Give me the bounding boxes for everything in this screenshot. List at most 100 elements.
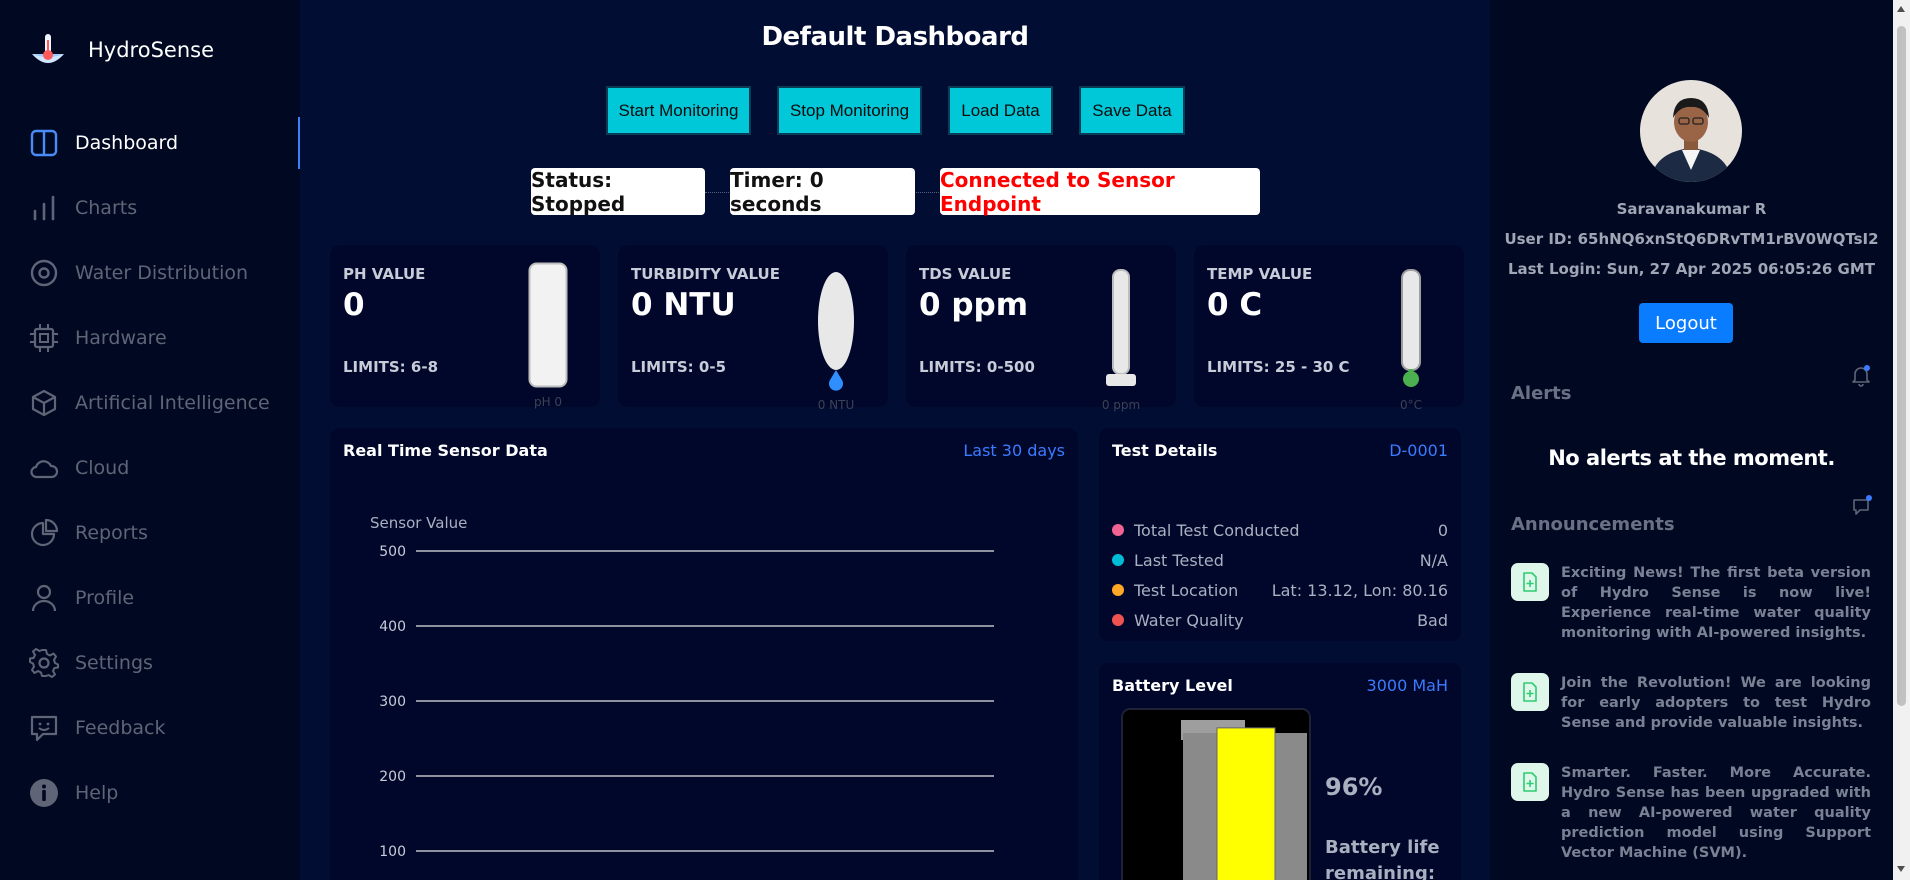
turbidity-limits: LIMITS: 0-5 bbox=[631, 358, 727, 376]
sidebar-item-hardware[interactable]: Hardware bbox=[0, 312, 300, 364]
battery-gauge bbox=[1121, 708, 1311, 880]
ph-card: PH VALUE 0 LIMITS: 6-8 pH 0 bbox=[330, 245, 600, 409]
sidebar-item-label: Profile bbox=[75, 587, 135, 609]
stop-monitoring-button[interactable]: Stop Monitoring bbox=[777, 86, 922, 135]
thermometer-gauge bbox=[1401, 269, 1421, 387]
sidebar-item-label: Water Distribution bbox=[75, 262, 249, 284]
logout-button[interactable]: Logout bbox=[1639, 303, 1733, 343]
announcements-title: Announcements bbox=[1511, 514, 1675, 535]
ph-gauge-caption: pH 0 bbox=[533, 395, 563, 409]
profile-last-login: Last Login: Sun, 27 Apr 2025 06:05:26 GM… bbox=[1507, 260, 1876, 278]
pie-icon bbox=[30, 518, 59, 547]
turbidity-gauge bbox=[818, 272, 854, 391]
sidebar-item-artificial-intelligence[interactable]: Artificial Intelligence bbox=[0, 377, 300, 429]
test-detail-row: Last Tested N/A bbox=[1112, 550, 1448, 570]
sidebar-item-label: Charts bbox=[75, 197, 138, 219]
turbidity-label: TURBIDITY VALUE bbox=[631, 265, 780, 283]
sidebar-item-profile[interactable]: Profile bbox=[0, 572, 300, 624]
test-detail-row: Total Test Conducted 0 bbox=[1112, 520, 1448, 540]
test-detail-value: 0 bbox=[1437, 520, 1448, 540]
turbidity-card: TURBIDITY VALUE 0 NTU LIMITS: 0-5 0 NTU bbox=[618, 245, 888, 412]
sidebar-item-charts[interactable]: Charts bbox=[0, 182, 300, 234]
profile-name: Saravanakumar R bbox=[1616, 200, 1767, 218]
turbidity-gauge-caption: 0 NTU bbox=[817, 398, 855, 412]
announcement-item[interactable]: Exciting News! The first beta version of… bbox=[1511, 563, 1881, 643]
test-detail-row: Test Location Lat: 13.12, Lon: 80.16 bbox=[1112, 580, 1448, 600]
legend-dot bbox=[1112, 584, 1124, 596]
ph-gauge bbox=[528, 262, 568, 388]
test-detail-value: N/A bbox=[1419, 550, 1448, 570]
tds-label: TDS VALUE bbox=[919, 265, 1012, 283]
cube-icon bbox=[31, 389, 57, 417]
temp-label: TEMP VALUE bbox=[1207, 265, 1313, 283]
profile-user-id: User ID: 65hNQ6xnStQ6DRvTM1rBV0WQTsI2 bbox=[1504, 230, 1879, 248]
alerts-title: Alerts bbox=[1511, 383, 1572, 404]
battery-percent: 96% bbox=[1325, 773, 1383, 801]
save-data-button[interactable]: Save Data bbox=[1079, 86, 1185, 135]
ph-value: 0 bbox=[343, 287, 365, 323]
battery-capacity: 3000 MaH bbox=[1366, 676, 1448, 695]
tds-card: TDS VALUE 0 ppm LIMITS: 0-500 0 ppm bbox=[906, 245, 1176, 412]
temp-limits: LIMITS: 25 - 30 C bbox=[1207, 358, 1350, 376]
cpu-icon bbox=[30, 324, 58, 352]
avatar[interactable] bbox=[1640, 80, 1742, 182]
brand-name: HydroSense bbox=[88, 38, 214, 62]
scrollbar-thumb[interactable] bbox=[1897, 26, 1906, 706]
battery-fill bbox=[1216, 727, 1276, 880]
document-add-icon bbox=[1511, 673, 1549, 711]
test-detail-label: Test Location bbox=[1134, 580, 1239, 600]
test-detail-label: Total Test Conducted bbox=[1134, 520, 1300, 540]
sidebar-item-label: Artificial Intelligence bbox=[75, 392, 270, 414]
right-panel: Saravanakumar R User ID: 65hNQ6xnStQ6DRv… bbox=[1490, 0, 1893, 880]
cloud-icon bbox=[30, 460, 59, 479]
scroll-down-arrow-icon[interactable] bbox=[1897, 866, 1905, 872]
sidebar-item-label: Feedback bbox=[75, 717, 166, 739]
turbidity-value: 0 NTU bbox=[631, 287, 736, 323]
start-monitoring-button[interactable]: Start Monitoring bbox=[606, 86, 751, 135]
announcement-item[interactable]: Smarter. Faster. More Accurate. Hydro Se… bbox=[1511, 763, 1881, 863]
sidebar-item-label: Cloud bbox=[75, 457, 130, 479]
main-content: Default Dashboard Start Monitoring Stop … bbox=[300, 0, 1490, 880]
announcement-item[interactable]: Join the Revolution! We are looking for … bbox=[1511, 673, 1881, 733]
sidebar-item-water-distribution[interactable]: Water Distribution bbox=[0, 247, 300, 299]
y-tick-label: 300 bbox=[379, 694, 406, 710]
chart-icon bbox=[33, 195, 55, 221]
announcement-text: Join the Revolution! We are looking for … bbox=[1561, 675, 1871, 731]
test-detail-row: Water Quality Bad bbox=[1112, 610, 1448, 630]
legend-dot bbox=[1112, 524, 1124, 536]
test-detail-value: Lat: 13.12, Lon: 80.16 bbox=[1271, 580, 1448, 600]
battery-title: Battery Level bbox=[1112, 676, 1233, 695]
test-id: D-0001 bbox=[1389, 441, 1448, 460]
message-icon[interactable] bbox=[1852, 494, 1872, 516]
brand[interactable]: HydroSense bbox=[28, 30, 214, 70]
no-alerts-message: No alerts at the moment. bbox=[1548, 446, 1835, 470]
scroll-up-arrow-icon[interactable] bbox=[1897, 6, 1905, 12]
sidebar-item-settings[interactable]: Settings bbox=[0, 637, 300, 689]
y-tick-label: 400 bbox=[379, 619, 406, 635]
ph-label: PH VALUE bbox=[343, 265, 426, 283]
sidebar-item-label: Reports bbox=[75, 522, 148, 544]
sidebar: HydroSense Dashboard Charts Water Distri… bbox=[0, 0, 300, 880]
sidebar-item-feedback[interactable]: Feedback bbox=[0, 702, 300, 754]
test-details-panel: Test Details D-0001 Total Test Conducted… bbox=[1099, 428, 1461, 641]
load-data-button[interactable]: Load Data bbox=[948, 86, 1053, 135]
dashboard-icon bbox=[30, 129, 58, 157]
sidebar-item-reports[interactable]: Reports bbox=[0, 507, 300, 559]
avatar-image bbox=[1640, 80, 1742, 182]
status-indicator: Status: Stopped bbox=[531, 168, 705, 216]
timer-indicator: Timer: 0 seconds bbox=[730, 168, 915, 216]
user-icon bbox=[31, 584, 57, 612]
legend-dot bbox=[1112, 614, 1124, 626]
sidebar-item-label: Settings bbox=[75, 652, 153, 674]
test-detail-value: Bad bbox=[1417, 610, 1448, 630]
bell-icon[interactable] bbox=[1851, 365, 1871, 387]
sidebar-item-help[interactable]: Help bbox=[0, 767, 300, 819]
page-scrollbar[interactable] bbox=[1893, 0, 1910, 880]
document-add-icon bbox=[1511, 763, 1549, 801]
sidebar-item-dashboard[interactable]: Dashboard bbox=[0, 117, 300, 169]
tds-value: 0 ppm bbox=[919, 287, 1029, 323]
sidebar-item-cloud[interactable]: Cloud bbox=[0, 442, 300, 494]
sidebar-item-label: Hardware bbox=[75, 327, 167, 349]
y-tick-label: 100 bbox=[379, 844, 406, 860]
tds-gauge-caption: 0 ppm bbox=[1101, 398, 1141, 412]
